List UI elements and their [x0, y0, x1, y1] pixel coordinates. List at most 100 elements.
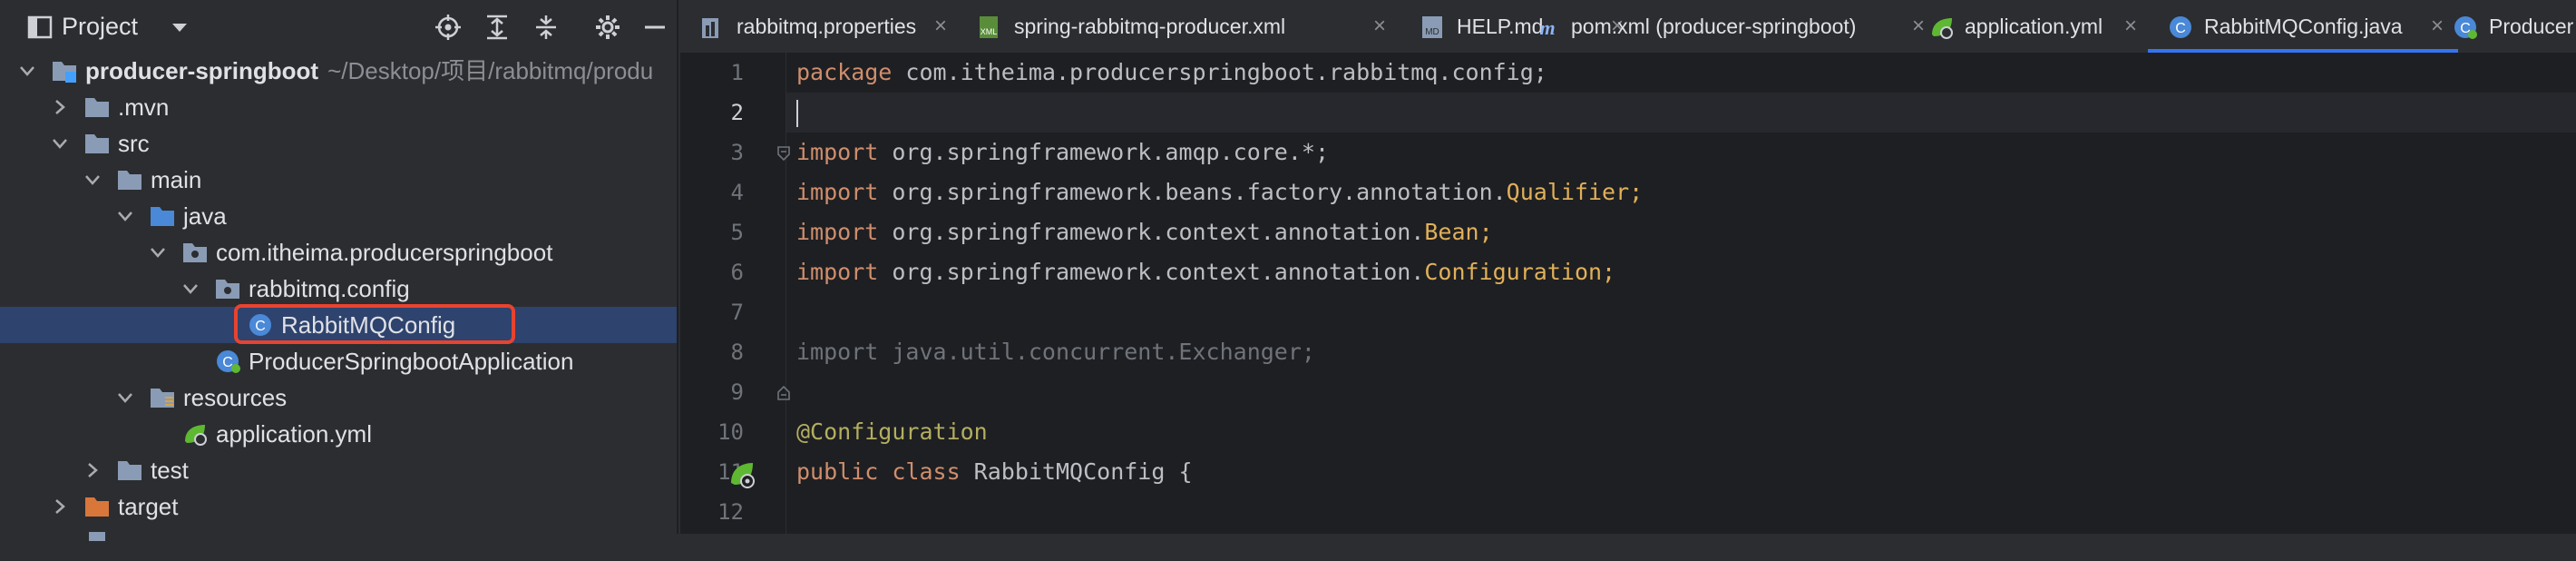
- line-number: 5: [730, 220, 744, 245]
- tree-item-test[interactable]: test: [0, 452, 677, 488]
- close-icon[interactable]: ×: [934, 0, 947, 53]
- locate-file-icon[interactable]: [434, 13, 463, 42]
- java-class-icon: C: [2170, 16, 2191, 38]
- tree-item-package-producerspringboot[interactable]: com.itheima.producerspringboot: [0, 234, 677, 271]
- chevron-right-icon[interactable]: [82, 459, 103, 481]
- tree-item-path: ~/Desktop/项目/rabbitmq/produ: [327, 57, 654, 84]
- tree-item-mvn[interactable]: .mvn: [0, 89, 677, 125]
- keyword-import: import: [796, 179, 879, 205]
- import-path: org.springframework.amqp.core.*;: [878, 139, 1330, 165]
- tab-label: application.yml: [1965, 15, 2103, 38]
- tab-producer[interactable]: C Producer: [2453, 0, 2576, 53]
- tree-item-producerspringbootapplication[interactable]: C ProducerSpringbootApplication: [0, 343, 677, 379]
- class-reference: Configuration: [1424, 259, 1603, 285]
- project-view-icon[interactable]: [25, 13, 54, 42]
- code-line-10-annotation: @Configuration: [796, 418, 988, 445]
- fold-marker-icon[interactable]: [776, 145, 791, 162]
- tab-rabbitmqconfig-java[interactable]: C RabbitMQConfig.java ×: [2148, 0, 2458, 53]
- line-number-gutter: 1 2 3 4 5 6 7 8 9 10 11 12: [680, 53, 790, 534]
- file-icon: [89, 532, 105, 541]
- keyword-import: import: [796, 259, 879, 285]
- chevron-down-icon[interactable]: [114, 205, 136, 227]
- expand-all-icon[interactable]: [483, 13, 512, 42]
- tree-item-label: rabbitmq.config: [249, 275, 410, 302]
- code-line-2: [796, 93, 815, 133]
- tree-item-application-yml[interactable]: application.yml: [0, 416, 677, 452]
- tab-label: pom.xml (producer-springboot): [1571, 15, 1857, 38]
- chevron-down-icon[interactable]: [82, 169, 103, 191]
- source-folder-icon: [151, 207, 174, 226]
- line-number: 1: [730, 60, 744, 85]
- panel-title[interactable]: Project: [62, 13, 138, 41]
- tree-item-label: test: [151, 457, 189, 484]
- chevron-down-icon[interactable]: [16, 60, 38, 82]
- line-number: 9: [730, 379, 744, 405]
- gear-icon[interactable]: [593, 13, 622, 42]
- class-reference: Qualifier: [1506, 179, 1630, 205]
- tree-item-label: java: [183, 202, 227, 230]
- editor-area: rabbitmq.properties × XML spring-rabbitm…: [680, 0, 2576, 534]
- spring-bean-gutter-icon[interactable]: [727, 459, 758, 490]
- tree-item-resources[interactable]: resources: [0, 379, 677, 416]
- chevron-down-icon[interactable]: [165, 13, 194, 42]
- tab-label: RabbitMQConfig.java: [2204, 15, 2403, 38]
- minimize-icon[interactable]: [640, 13, 669, 42]
- folder-icon: [85, 98, 109, 117]
- svg-text:C: C: [2175, 21, 2186, 36]
- keyword-public-class: public class: [796, 458, 961, 485]
- tree-item-main[interactable]: main: [0, 162, 677, 198]
- tree-item-label: producer-springboot: [85, 57, 319, 84]
- line-number: 4: [730, 180, 744, 205]
- tab-application-yml[interactable]: application.yml ×: [1928, 0, 2159, 53]
- tab-rabbitmq-properties[interactable]: rabbitmq.properties ×: [700, 0, 961, 53]
- project-panel-header: Project: [0, 0, 677, 54]
- tree-item-java[interactable]: java: [0, 198, 677, 234]
- line-number: 2: [730, 100, 744, 125]
- tree-item-label: com.itheima.producerspringboot: [216, 239, 553, 266]
- class-reference: Bean: [1424, 219, 1479, 245]
- tab-spring-rabbitmq-producer-xml[interactable]: XML spring-rabbitmq-producer.xml ×: [978, 0, 1402, 53]
- spring-xml-icon: XML: [980, 16, 998, 38]
- selection-highlight-annotation: [234, 304, 515, 344]
- code-editor[interactable]: package com.itheima.producerspringboot.r…: [796, 53, 2574, 534]
- chevron-down-icon[interactable]: [180, 278, 201, 300]
- excluded-folder-icon: [85, 497, 109, 517]
- fold-marker-icon[interactable]: [776, 385, 791, 401]
- code-line-5: import org.springframework.context.annot…: [796, 212, 1493, 252]
- spring-boot-class-icon: C: [217, 350, 240, 373]
- chevron-right-icon[interactable]: [49, 96, 71, 118]
- tab-pom-xml[interactable]: m pom.xml (producer-springboot) ×: [1535, 0, 1950, 53]
- tree-item-label: main: [151, 166, 202, 193]
- collapse-all-icon[interactable]: [532, 13, 561, 42]
- code-line-8-unused-import: import java.util.concurrent.Exchanger;: [796, 339, 1315, 365]
- tree-item-partial: [0, 525, 677, 561]
- close-icon[interactable]: ×: [1373, 0, 1386, 53]
- code-line-1: package com.itheima.producerspringboot.r…: [796, 53, 1547, 93]
- svg-text:MD: MD: [1425, 27, 1439, 37]
- close-icon[interactable]: ×: [2431, 0, 2444, 53]
- semicolon: ;: [1602, 259, 1616, 285]
- chevron-down-icon[interactable]: [49, 133, 71, 154]
- module-folder-icon: [53, 62, 76, 83]
- editor-tab-bar: rabbitmq.properties × XML spring-rabbitm…: [680, 0, 2576, 54]
- keyword-import: import: [796, 139, 879, 165]
- tree-item-target[interactable]: target: [0, 488, 677, 525]
- tree-item-producer-springboot[interactable]: producer-springboot ~/Desktop/项目/rabbitmq…: [0, 53, 677, 89]
- close-icon[interactable]: ×: [1912, 0, 1925, 53]
- chevron-down-icon[interactable]: [147, 241, 169, 263]
- project-tool-window: Project producer-springboot ~/Desktop/项目/: [0, 0, 678, 541]
- semicolon: ;: [1478, 219, 1493, 245]
- chevron-right-icon[interactable]: [49, 496, 71, 517]
- tree-item-package-rabbitmq-config[interactable]: rabbitmq.config: [0, 271, 677, 307]
- tree-item-src[interactable]: src: [0, 125, 677, 162]
- spring-boot-class-icon: C: [2454, 16, 2477, 39]
- line-number: 10: [717, 419, 744, 445]
- chevron-down-icon[interactable]: [114, 387, 136, 408]
- keyword-package: package: [796, 59, 893, 85]
- text-caret: [796, 100, 798, 127]
- folder-icon: [118, 171, 141, 190]
- close-icon[interactable]: ×: [2124, 0, 2137, 53]
- line-number: 7: [730, 300, 744, 325]
- tree-item-label: src: [118, 130, 150, 157]
- line-number: 6: [730, 260, 744, 285]
